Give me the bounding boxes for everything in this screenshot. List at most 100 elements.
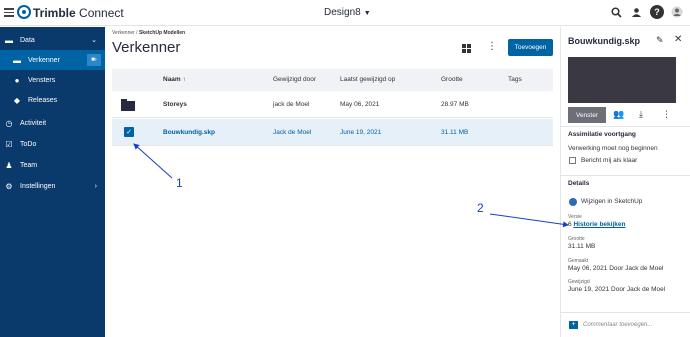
close-icon[interactable]: ✕ bbox=[674, 34, 682, 45]
sidebar-item-activiteit[interactable]: ◷ Activiteit bbox=[0, 113, 105, 133]
version-value: 6 bbox=[568, 221, 572, 228]
row-size: 28.97 MB bbox=[441, 101, 469, 108]
main-content: Verkenner / SketchUp Modellen Verkenner … bbox=[105, 27, 560, 337]
row-size: 31.11 MB bbox=[441, 129, 469, 136]
sidebar-item-label: Data bbox=[20, 36, 35, 44]
sidebar-item-vensters[interactable]: ● Vensters bbox=[0, 70, 105, 90]
page-title: Verkenner bbox=[112, 39, 181, 56]
assimilation-status: Verwerking moet nog beginnen bbox=[568, 145, 658, 152]
version-row: 6 Historie bekijken bbox=[568, 221, 625, 228]
search-icon[interactable] bbox=[609, 5, 623, 19]
history-link[interactable]: Historie bekijken bbox=[573, 221, 625, 228]
column-header-modified-on[interactable]: Laatst gewijzigd op bbox=[340, 76, 395, 83]
notify-label: Bericht mij als klaar bbox=[581, 157, 638, 164]
comment-box[interactable]: + Commentaar toevoegen... bbox=[561, 312, 690, 337]
row-modified-on: May 06, 2021 bbox=[340, 101, 380, 108]
details-heading: Details bbox=[568, 180, 590, 187]
download-icon[interactable]: ⤓ bbox=[639, 109, 643, 120]
brand-name: Trimble Connect bbox=[33, 6, 124, 20]
size-value: 31.11 MB bbox=[568, 243, 596, 250]
edit-pencil-icon[interactable]: ✎ bbox=[656, 35, 664, 46]
folder-icon: ▬ bbox=[5, 35, 13, 45]
annotation-number-2: 2 bbox=[477, 201, 484, 215]
divider bbox=[561, 126, 690, 127]
sidebar-item-team[interactable]: ♟ Team bbox=[0, 155, 105, 175]
sidebar-item-label: Instellingen bbox=[20, 182, 56, 190]
sidebar-item-label: Verkenner bbox=[28, 56, 60, 64]
avatar-icon[interactable] bbox=[670, 5, 684, 19]
camera-icon: ● bbox=[14, 75, 20, 85]
table-row[interactable]: Storeys jack de Moel May 06, 2021 28.97 … bbox=[112, 91, 553, 118]
sketchup-icon bbox=[569, 198, 577, 206]
folder-flyout-icon[interactable]: ■› bbox=[87, 54, 101, 66]
project-selector[interactable]: Design8 ▼ bbox=[324, 7, 371, 18]
grid-view-icon[interactable] bbox=[462, 44, 471, 53]
column-header-modified-by[interactable]: Gewijzigd door bbox=[273, 76, 316, 83]
caret-down-icon: ▼ bbox=[363, 10, 371, 17]
created-value: May 06, 2021 Door Jack de Moel bbox=[568, 265, 664, 272]
chevron-up-icon: ⌄ bbox=[91, 37, 97, 44]
sidebar-item-label: Vensters bbox=[28, 76, 56, 84]
notify-checkbox[interactable] bbox=[569, 157, 576, 164]
sidebar-item-verkenner[interactable]: ▬ Verkenner ■› bbox=[0, 50, 105, 70]
sort-arrow-up-icon: ↑ bbox=[182, 76, 186, 83]
column-header-size[interactable]: Grootte bbox=[441, 76, 463, 83]
edit-in-sketchup-link[interactable]: Wijzigen in SketchUp bbox=[581, 198, 642, 205]
row-modified-on: June 19, 2021 bbox=[340, 129, 382, 136]
sidebar-item-instellingen[interactable]: ⚙ Instellingen › bbox=[0, 176, 105, 196]
project-name: Design8 bbox=[324, 7, 361, 18]
sidebar-item-label: Activiteit bbox=[20, 119, 47, 127]
add-button[interactable]: Toevoegen bbox=[508, 39, 553, 56]
breadcrumb-root[interactable]: Verkenner bbox=[112, 30, 135, 36]
divider bbox=[561, 175, 690, 176]
venster-button[interactable]: Venster bbox=[568, 107, 606, 123]
row-name[interactable]: Storeys bbox=[163, 101, 187, 108]
size-label: Grootte bbox=[568, 236, 585, 242]
table-row[interactable]: ✓ Bouwkundig.skp Jack de Moel June 19, 2… bbox=[112, 119, 553, 146]
folder-open-icon: ▬ bbox=[13, 55, 21, 65]
checkbox-icon: ☑ bbox=[5, 139, 13, 149]
comment-add-icon: + bbox=[569, 321, 578, 329]
row-name[interactable]: Bouwkundig.skp bbox=[163, 129, 215, 136]
sidebar-item-data[interactable]: ▬ Data ⌄ bbox=[0, 30, 105, 50]
gear-icon: ⚙ bbox=[5, 181, 13, 191]
checkmark-icon: ✓ bbox=[126, 129, 132, 136]
breadcrumb: Verkenner / SketchUp Modellen bbox=[112, 30, 185, 36]
sidebar-item-label: Team bbox=[20, 161, 38, 169]
version-label: Versie bbox=[568, 214, 582, 220]
column-header-tags[interactable]: Tags bbox=[508, 76, 522, 83]
comment-placeholder: Commentaar toevoegen... bbox=[583, 322, 653, 328]
top-bar: Trimble Connect Design8 ▼ ? bbox=[0, 0, 690, 26]
panel-toolbar: Venster 👥 ⤓ ⋮ bbox=[568, 107, 686, 123]
modified-label: Gewijzigd bbox=[568, 279, 590, 285]
team-icon: ♟ bbox=[5, 160, 13, 170]
hamburger-icon[interactable] bbox=[4, 6, 14, 18]
user-icon[interactable] bbox=[629, 5, 643, 19]
add-user-icon[interactable]: 👥 bbox=[613, 109, 624, 120]
chevron-right-icon: › bbox=[94, 182, 97, 190]
folder-icon bbox=[121, 99, 135, 111]
details-panel: Bouwkundig.skp ✎ ✕ Venster 👥 ⤓ ⋮ Assimil… bbox=[560, 27, 690, 337]
annotation-number-1: 1 bbox=[176, 176, 183, 190]
sidebar-item-todo[interactable]: ☑ ToDo bbox=[0, 134, 105, 154]
release-icon: ◆ bbox=[13, 95, 21, 105]
sidebar-item-label: Releases bbox=[28, 96, 58, 104]
column-header-name[interactable]: Naam ↑ bbox=[163, 76, 186, 83]
more-options-icon[interactable]: ⋮ bbox=[487, 41, 497, 52]
trimble-logo-icon bbox=[17, 5, 31, 19]
created-label: Gemaakt bbox=[568, 258, 589, 264]
assimilation-heading: Assimilatie voortgang bbox=[568, 131, 636, 138]
file-thumbnail bbox=[568, 57, 676, 103]
sidebar-item-releases[interactable]: ◆ Releases bbox=[0, 90, 105, 110]
more-options-icon[interactable]: ⋮ bbox=[662, 109, 671, 120]
sidebar-item-label: ToDo bbox=[20, 140, 37, 148]
row-checkbox[interactable]: ✓ bbox=[124, 127, 134, 137]
breadcrumb-current: SketchUp Modellen bbox=[138, 30, 186, 36]
help-icon[interactable]: ? bbox=[650, 5, 664, 19]
modified-value: June 19, 2021 Door Jack de Moel bbox=[568, 286, 666, 293]
table-header: Naam ↑ Gewijzigd door Laatst gewijzigd o… bbox=[112, 69, 553, 91]
history-icon: ◷ bbox=[5, 118, 13, 128]
row-modified-by: Jack de Moel bbox=[273, 129, 312, 136]
sidebar: ▬ Data ⌄ ▬ Verkenner ■› ● Vensters ◆ Rel… bbox=[0, 27, 105, 337]
row-modified-by: jack de Moel bbox=[273, 101, 310, 108]
